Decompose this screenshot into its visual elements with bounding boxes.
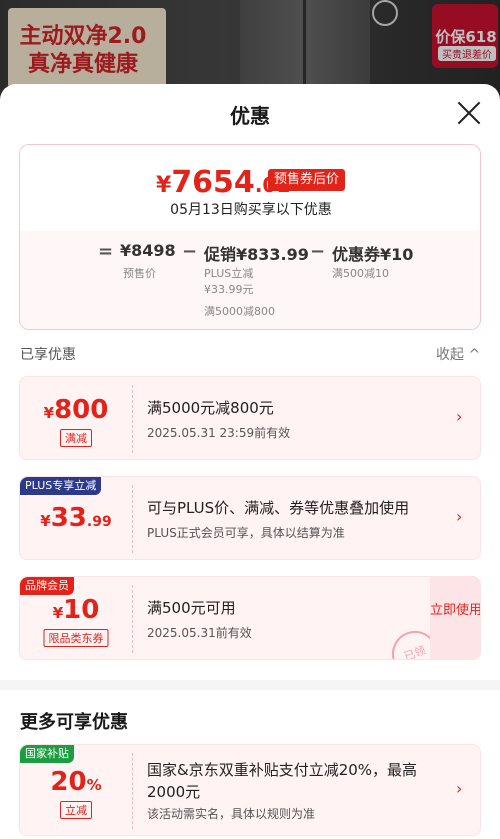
section-gap	[0, 680, 500, 690]
coupon-type-tag: 立减	[60, 801, 92, 819]
chevron-right-icon[interactable]: ›	[456, 779, 462, 798]
promo-detail-plus: PLUS立减	[204, 267, 254, 280]
price-card: ¥7654.01 预售券后价 05月13日购买享以下优惠 = ¥8498 预售价…	[19, 144, 481, 330]
coupon-card-national-subsidy[interactable]: 国家补贴 20% 立减 国家&京东双重补贴支付立减20%，最高 2000元 该活…	[19, 744, 481, 836]
enjoyed-offers-label: 已享优惠	[20, 347, 76, 363]
close-icon[interactable]	[456, 100, 482, 126]
coupon-divider	[132, 585, 133, 653]
coupon-value-area: ¥10 限品类东券	[20, 577, 132, 659]
coupon-divider	[132, 485, 133, 553]
presale-value: ¥8498	[120, 241, 176, 260]
coupon-amount-big: 800	[54, 395, 109, 425]
coupon-type-tag: 满减	[60, 429, 92, 447]
minus-sign-2: −	[310, 241, 326, 262]
coupon-validity: 2025.05.31前有效	[147, 626, 252, 640]
coupon-amount: ¥10	[20, 595, 132, 625]
coupon-percent: %	[86, 776, 102, 794]
coupon-amount-big: 33	[50, 503, 87, 533]
coupon-type-tag: 限品类东券	[43, 629, 109, 647]
coupon-currency: ¥	[43, 404, 55, 422]
final-price-currency: ¥	[156, 173, 172, 198]
coupon-value-area: ¥33.99	[20, 477, 132, 559]
coupon-value: 优惠券¥10	[332, 245, 414, 264]
price-breakdown: = ¥8498 预售价 − 促销¥833.99 PLUS立减 ¥33.99元 满…	[20, 231, 480, 329]
presale-label: 预售价	[123, 267, 156, 280]
coupon-currency: ¥	[52, 604, 64, 622]
coupon-currency: ¥	[40, 512, 51, 530]
purchase-date-line: 05月13日购买享以下优惠	[170, 202, 332, 218]
coupon-card-brand-member[interactable]: 品牌会员 ¥10 限品类东券 满500元可用 2025.05.31前有效 已领 …	[19, 576, 481, 660]
use-now-button[interactable]: 立即使用	[430, 577, 480, 659]
coupon-note: 该活动需实名，具体以规则为准	[147, 807, 316, 821]
coupon-divider	[132, 753, 133, 829]
promo-detail-threshold: 满5000减800	[204, 305, 275, 318]
coupon-amount-decimal: .99	[86, 514, 112, 530]
coupon-title-line2: 2000元	[147, 783, 201, 801]
final-price-integer: 7654	[171, 165, 255, 200]
more-offers-title: 更多可享优惠	[20, 712, 128, 733]
coupon-card-full-reduction[interactable]: ¥800 满减 满5000元减800元 2025.05.31 23:59前有效 …	[19, 376, 481, 460]
coupon-note: PLUS正式会员可享，具体以结算为准	[147, 526, 345, 540]
coupon-card-plus[interactable]: PLUS专享立减 ¥33.99 可与PLUS价、满减、券等优惠叠加使用 PLUS…	[19, 476, 481, 560]
offers-sheet: 优惠 ¥7654.01 预售券后价 05月13日购买享以下优惠 = ¥8498 …	[0, 84, 500, 839]
price-summary: ¥7654.01 预售券后价 05月13日购买享以下优惠	[20, 145, 480, 231]
chevron-right-icon[interactable]: ›	[456, 507, 462, 526]
coupon-label: 满500减10	[332, 267, 389, 280]
coupon-title: 国家&京东双重补贴支付立减20%，最高	[147, 761, 418, 779]
coupon-amount: 20%	[20, 767, 132, 797]
price-type-tag: 预售券后价	[268, 169, 346, 191]
coupon-amount-big: 10	[63, 595, 100, 625]
coupon-title: 可与PLUS价、满减、券等优惠叠加使用	[147, 499, 410, 517]
coupon-amount-big: 20	[50, 767, 87, 797]
promo-value: 促销¥833.99	[204, 245, 309, 264]
coupon-title: 满500元可用	[147, 599, 236, 617]
coupon-value-area: ¥800 满减	[20, 377, 132, 459]
minus-sign-1: −	[182, 241, 198, 262]
equals-sign: =	[98, 241, 114, 262]
coupon-amount: ¥800	[20, 395, 132, 425]
promo-detail-amount: ¥33.99元	[204, 283, 254, 296]
chevron-right-icon[interactable]: ›	[456, 407, 462, 426]
coupon-title: 满5000元减800元	[147, 399, 274, 417]
coupon-divider	[132, 385, 133, 453]
coupon-value-area: 20% 立减	[20, 745, 132, 829]
coupon-validity: 2025.05.31 23:59前有效	[147, 426, 291, 440]
collapse-button[interactable]: 收起 ^	[436, 344, 480, 364]
sheet-title: 优惠	[230, 104, 270, 128]
coupon-amount: ¥33.99	[20, 503, 132, 533]
